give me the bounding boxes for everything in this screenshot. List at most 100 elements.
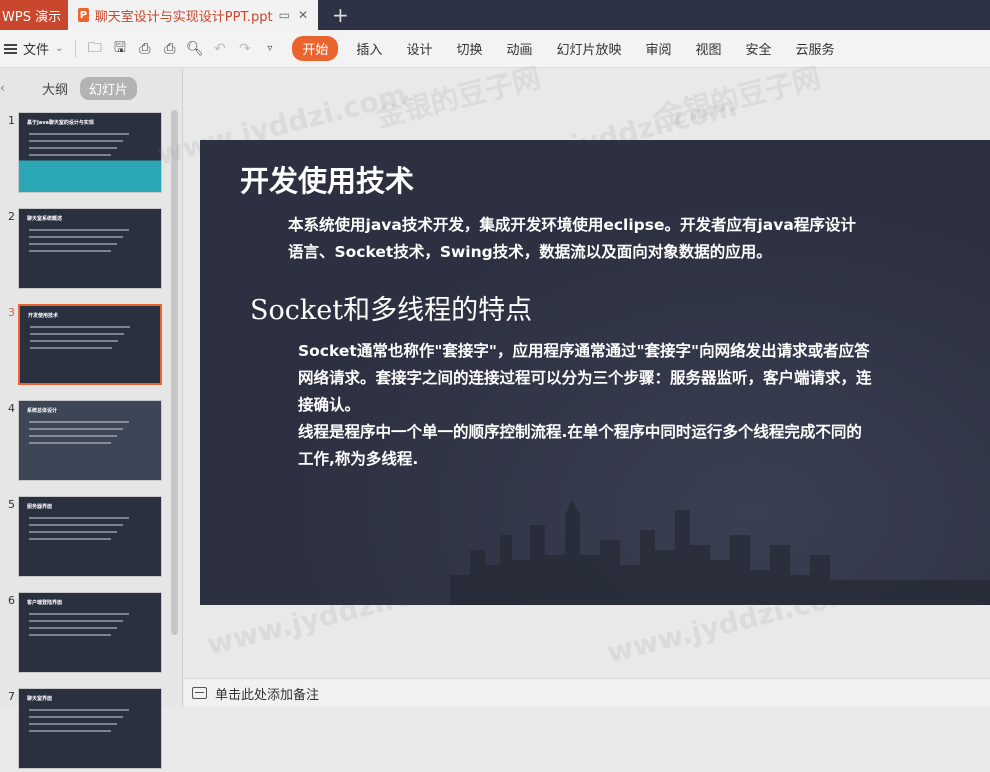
- float-window-icon[interactable]: ▭: [279, 8, 290, 22]
- slide-number: 3: [8, 306, 15, 319]
- print-icon[interactable]: ⎙: [157, 41, 182, 57]
- tab-animation[interactable]: 动画: [494, 39, 544, 58]
- slide-subtitle: Socket和多线程的特点: [250, 295, 533, 326]
- thumbnail-text-line: [29, 442, 111, 444]
- presentation-file-icon: P: [78, 8, 89, 22]
- thumbnail-title: 聊天室系统概述: [27, 216, 63, 222]
- tab-cloud-services[interactable]: 云服务: [784, 39, 847, 58]
- redo-icon[interactable]: ↷: [232, 41, 257, 57]
- thumbnail-title: 系统总体设计: [27, 408, 58, 414]
- thread-description: 线程是程序中一个单一的顺序控制流程.在单个程序中同时运行多个线程完成不同的工作,…: [298, 423, 862, 468]
- thumbnail-text-line: [29, 524, 123, 526]
- thumbnail-text-line: [29, 531, 117, 533]
- thumbnail-text-line: [29, 723, 117, 725]
- slide-thumbnail-row[interactable]: 4 系统总体设计: [0, 400, 170, 484]
- tab-outline[interactable]: 大纲: [30, 79, 80, 98]
- slide-thumbnail[interactable]: 基于Java聊天室的设计与实现: [18, 112, 162, 193]
- slide-paragraph-socket: Socket通常也称作"套接字"，应用程序通常通过"套接字"向网络发出请求或者应…: [298, 338, 873, 473]
- slide-number: 5: [8, 498, 15, 511]
- tab-home[interactable]: 开始: [292, 36, 339, 61]
- watermark: 金银的豆子网: [652, 61, 824, 134]
- notes-bar[interactable]: 单击此处添加备注: [184, 678, 990, 707]
- slide-navigation-panel: ‹ 大纲 幻灯片 1 基于Java聊天室的设计与实现 2 聊天室系统概述 3 开发使用技术…: [0, 68, 183, 769]
- tab-view[interactable]: 视图: [684, 39, 734, 58]
- slide-thumbnail[interactable]: 聊天室系统概述: [18, 208, 162, 289]
- tab-design[interactable]: 设计: [394, 39, 444, 58]
- app-name: WPS 演示: [2, 9, 62, 25]
- slide-thumbnail-row[interactable]: 3 开发使用技术: [0, 304, 170, 388]
- notes-icon: [192, 687, 207, 699]
- thumbnail-text-line: [29, 428, 123, 430]
- open-folder-icon[interactable]: 🗀: [82, 37, 107, 61]
- slide-thumbnail[interactable]: 服务器界面: [18, 496, 162, 577]
- thumbnail-text-line: [29, 730, 111, 732]
- tab-review[interactable]: 审阅: [634, 39, 684, 58]
- export-pdf-icon[interactable]: ⎙: [132, 41, 157, 57]
- thumbnail-text-line: [29, 634, 111, 636]
- thumbnail-text-line: [29, 140, 123, 142]
- app-tab[interactable]: WPS 演示: [0, 0, 68, 30]
- thumbnail-text-line: [29, 435, 117, 437]
- close-tab-icon[interactable]: ✕: [298, 8, 308, 22]
- slide-thumbnail-row[interactable]: 5 服务器界面: [0, 496, 170, 580]
- thumbnail-text-line: [29, 620, 123, 622]
- slide-thumbnail[interactable]: 系统总体设计: [18, 400, 162, 481]
- thumbnail-text-line: [30, 333, 124, 335]
- thumbnail-text-line: [30, 340, 118, 342]
- thumbnail-text-line: [29, 133, 129, 135]
- tab-slideshow[interactable]: 幻灯片放映: [544, 39, 633, 58]
- file-menu-label: 文件: [23, 43, 50, 58]
- thumbnail-title: 客户端登陆界面: [27, 600, 63, 606]
- notes-placeholder: 单击此处添加备注: [215, 687, 320, 703]
- thumbnail-title: 开发使用技术: [28, 313, 59, 319]
- slide-thumbnail[interactable]: 客户端登陆界面: [18, 592, 162, 673]
- menu-icon: [4, 43, 17, 54]
- tab-slides[interactable]: 幻灯片: [80, 76, 138, 100]
- current-slide[interactable]: 开发使用技术 本系统使用java技术开发，集成开发环境使用eclipse。开发者…: [200, 140, 990, 605]
- thumbnail-text-line: [30, 347, 112, 349]
- panel-tabs: ‹ 大纲 幻灯片: [0, 68, 182, 108]
- thumbnail-text-line: [29, 236, 123, 238]
- tab-transitions[interactable]: 切换: [444, 39, 494, 58]
- slide-thumbnail-row[interactable]: 1 基于Java聊天室的设计与实现: [0, 112, 170, 196]
- slide-number: 7: [8, 690, 15, 703]
- thumbnail-text-line: [29, 517, 129, 519]
- print-preview-icon[interactable]: 🔍︎: [182, 41, 207, 57]
- document-tab[interactable]: P 聊天室设计与实现设计PPT.ppt ▭ ✕: [68, 0, 318, 30]
- tab-security[interactable]: 安全: [734, 39, 784, 58]
- save-icon[interactable]: 🖫: [107, 37, 132, 61]
- customize-toolbar-icon[interactable]: ▿: [257, 43, 282, 54]
- slide-thumbnail[interactable]: 聊天室界面: [18, 688, 162, 769]
- file-menu-button[interactable]: 文件 ⌄: [0, 39, 69, 58]
- thumbnail-text-line: [29, 421, 129, 423]
- slide-number: 2: [8, 210, 15, 223]
- tab-insert[interactable]: 插入: [344, 39, 394, 58]
- thumbnail-text-line: [29, 147, 117, 149]
- slide-number: 4: [8, 402, 15, 415]
- slide-thumbnail-row[interactable]: 2 聊天室系统概述: [0, 208, 170, 292]
- slide-thumbnail-row[interactable]: 6 客户端登陆界面: [0, 592, 170, 676]
- thumbnail-text-line: [29, 613, 129, 615]
- watermark: 金银的豆子网: [372, 61, 544, 134]
- title-bar: WPS 演示 P 聊天室设计与实现设计PPT.ppt ▭ ✕ +: [0, 0, 990, 30]
- divider: [75, 39, 77, 58]
- thumbnail-text-line: [29, 709, 129, 711]
- slide-thumbnail[interactable]: 开发使用技术: [18, 304, 162, 385]
- socket-description: Socket通常也称作"套接字"，应用程序通常通过"套接字"向网络发出请求或者应…: [298, 342, 872, 414]
- thumbnail-text-line: [30, 326, 130, 328]
- undo-icon[interactable]: ↶: [207, 41, 232, 57]
- slide-title: 开发使用技术: [240, 164, 415, 198]
- new-tab-button[interactable]: +: [318, 0, 363, 30]
- slide-paragraph-tech: 本系统使用java技术开发，集成开发环境使用eclipse。开发者应有java程…: [288, 216, 856, 261]
- thumbnail-title: 服务器界面: [27, 504, 53, 510]
- collapse-panel-icon[interactable]: ‹: [0, 81, 30, 96]
- thumbnail-text-line: [29, 154, 111, 156]
- slide-number: 1: [8, 114, 15, 127]
- thumbnail-scrollbar[interactable]: [171, 110, 178, 635]
- thumbnail-text-line: [29, 229, 129, 231]
- chevron-down-icon: ⌄: [55, 43, 64, 54]
- slide-thumbnail-row[interactable]: 7 聊天室界面: [0, 688, 170, 772]
- thumbnail-text-line: [29, 243, 117, 245]
- thumbnail-text-line: [29, 627, 117, 629]
- slide-editing-area: 金银的豆子网 金银的豆子网 www.jyddzi.com www.jyddzi.…: [154, 61, 990, 678]
